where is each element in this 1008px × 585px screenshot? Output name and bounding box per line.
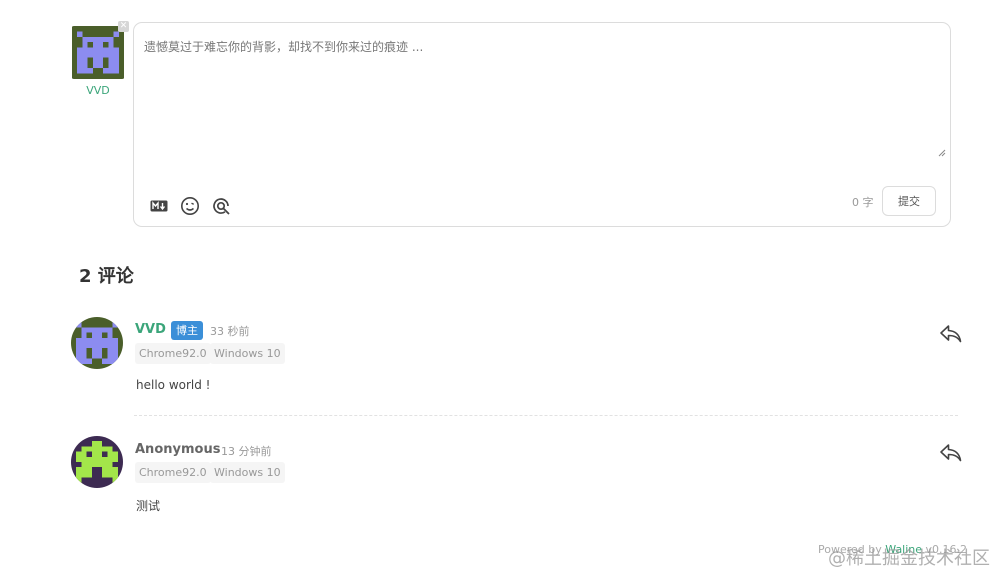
markdown-icon[interactable] xyxy=(149,196,169,216)
comment-textarea[interactable] xyxy=(144,38,936,156)
os-tag: Windows 10 xyxy=(210,462,285,483)
watermark: @稀土掘金技术社区 xyxy=(828,548,990,569)
user-avatar[interactable] xyxy=(72,26,124,79)
submit-button[interactable]: 提交 xyxy=(882,186,936,216)
comment-avatar xyxy=(71,436,123,488)
comment-content: 测试 xyxy=(136,499,161,513)
resize-handle-icon[interactable] xyxy=(938,149,946,157)
logout-close-icon[interactable]: ✕ xyxy=(118,21,129,32)
waline-comment-widget: ✕ VVD 遗憾莫过于难忘你的背影，却找不到你来过的痕迹 ... 0 字 提交 … xyxy=(0,0,1008,585)
comment-editor: 0 字 提交 xyxy=(133,22,951,227)
user-nick-link[interactable]: VVD xyxy=(72,84,124,97)
comment-divider xyxy=(134,415,958,416)
editor-toolbar xyxy=(149,195,231,217)
preview-icon[interactable] xyxy=(211,196,231,216)
comment-count-heading: 2 评论 xyxy=(79,266,134,287)
reply-icon[interactable] xyxy=(939,443,963,463)
os-tag: Windows 10 xyxy=(210,343,285,364)
reply-icon[interactable] xyxy=(939,324,963,344)
comment-time: 33 秒前 xyxy=(210,325,250,338)
word-count: 0 字 xyxy=(852,196,874,209)
comment-time: 13 分钟前 xyxy=(221,445,272,458)
browser-tag: Chrome92.0 xyxy=(135,462,211,483)
comment-avatar xyxy=(71,317,123,369)
admin-badge: 博主 xyxy=(171,321,203,340)
emoji-icon[interactable] xyxy=(180,196,200,216)
comment-nick[interactable]: Anonymous xyxy=(135,442,220,457)
comment-content: hello world ! xyxy=(136,378,211,392)
browser-tag: Chrome92.0 xyxy=(135,343,211,364)
comment-nick[interactable]: VVD xyxy=(135,322,166,337)
